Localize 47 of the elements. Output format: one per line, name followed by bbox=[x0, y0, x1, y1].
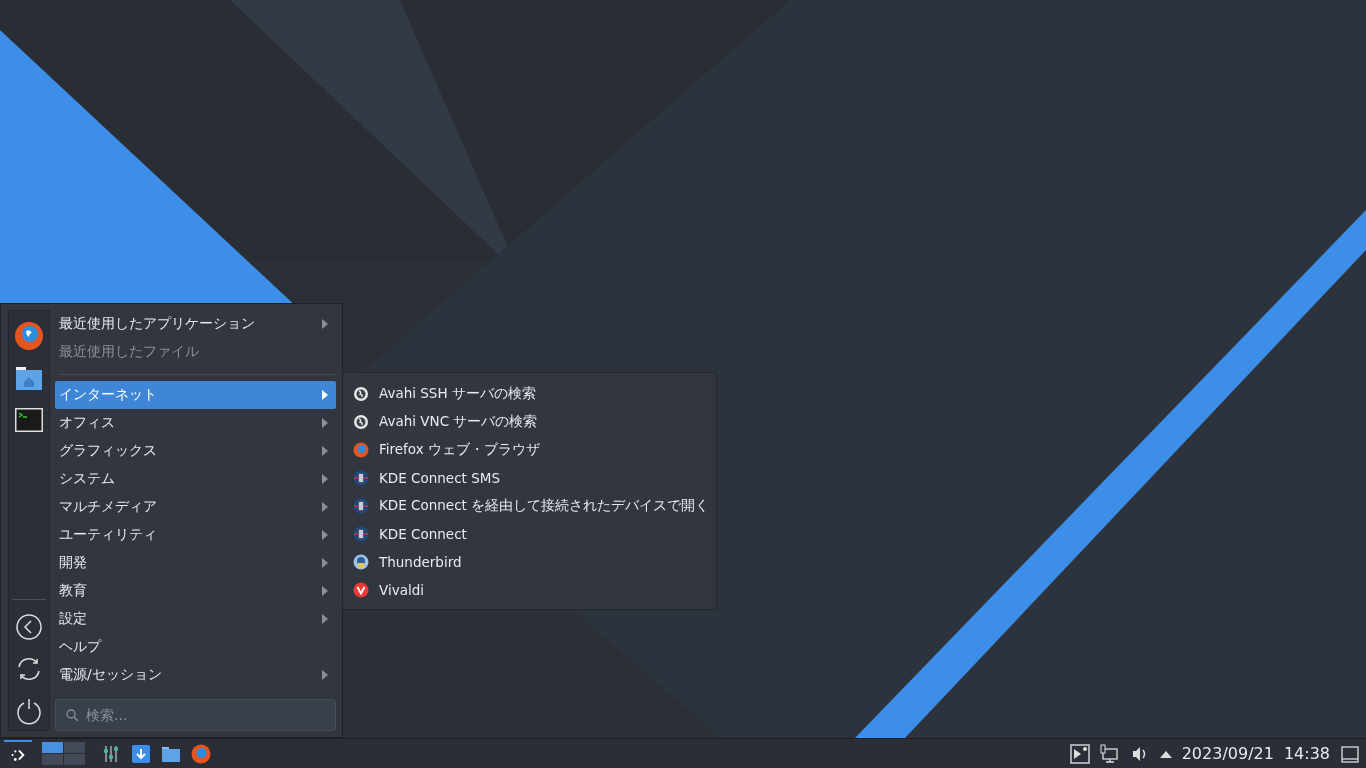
desktop-thumbnail[interactable] bbox=[42, 742, 63, 753]
expand-tray-icon[interactable] bbox=[1159, 749, 1172, 758]
date-text[interactable]: 2023/09/21 bbox=[1181, 744, 1274, 763]
time-text[interactable]: 14:38 bbox=[1283, 744, 1330, 763]
power-icon[interactable] bbox=[14, 696, 44, 726]
phone-icon bbox=[353, 526, 369, 542]
back-icon[interactable] bbox=[14, 612, 44, 642]
firefox-icon bbox=[353, 442, 369, 458]
vivaldi-icon bbox=[353, 582, 369, 598]
desktop-thumbnail[interactable] bbox=[64, 754, 85, 765]
firefox-icon[interactable] bbox=[14, 321, 44, 351]
submenu-item[interactable]: Firefox ウェブ・ブラウザ bbox=[349, 436, 710, 464]
menu-item[interactable]: インターネット bbox=[55, 381, 336, 409]
search-field[interactable]: 検索... bbox=[55, 699, 336, 731]
menu-item[interactable]: 設定 bbox=[55, 605, 336, 633]
menu-item[interactable]: マルチメディア bbox=[55, 493, 336, 521]
submenu-item[interactable]: KDE Connect を経由して接続されたデバイスで開く bbox=[349, 492, 710, 520]
search-icon bbox=[65, 708, 79, 722]
terminal-icon[interactable] bbox=[14, 405, 44, 435]
bird-icon bbox=[353, 554, 369, 570]
submenu-item[interactable]: KDE Connect SMS bbox=[349, 464, 710, 492]
menu-item[interactable]: 電源/セッション bbox=[55, 661, 336, 689]
submenu-item[interactable]: Avahi SSH サーバの検索 bbox=[349, 380, 710, 408]
download-icon[interactable] bbox=[131, 743, 151, 764]
globe-icon bbox=[353, 386, 369, 402]
menu-item[interactable]: 最近使用したアプリケーション bbox=[55, 310, 336, 338]
desktop-thumbnail[interactable] bbox=[64, 742, 85, 753]
phone-icon bbox=[353, 470, 369, 486]
globe-icon bbox=[353, 414, 369, 430]
phone-icon bbox=[353, 498, 369, 514]
submenu-item[interactable]: Avahi VNC サーバの検索 bbox=[349, 408, 710, 436]
firefox-icon[interactable] bbox=[191, 743, 211, 764]
desktop-thumbnail[interactable] bbox=[42, 754, 63, 765]
menu-item[interactable]: オフィス bbox=[55, 409, 336, 437]
submenu-item[interactable]: KDE Connect bbox=[349, 520, 710, 548]
screen-capture-icon[interactable] bbox=[1069, 743, 1090, 764]
submenu-item[interactable]: Thunderbird bbox=[349, 548, 710, 576]
menu-item[interactable]: グラフィックス bbox=[55, 437, 336, 465]
mixer-sliders-icon[interactable] bbox=[101, 743, 121, 764]
network-icon[interactable] bbox=[1099, 743, 1120, 764]
menu-item[interactable]: ユーティリティ bbox=[55, 521, 336, 549]
menu-item[interactable]: 開発 bbox=[55, 549, 336, 577]
menu-item[interactable]: システム bbox=[55, 465, 336, 493]
show-desktop-icon[interactable] bbox=[1340, 743, 1360, 764]
menu-item[interactable]: 教育 bbox=[55, 577, 336, 605]
submenu-item[interactable]: Vivaldi bbox=[349, 576, 710, 604]
menu-item[interactable]: ヘルプ bbox=[55, 633, 336, 661]
